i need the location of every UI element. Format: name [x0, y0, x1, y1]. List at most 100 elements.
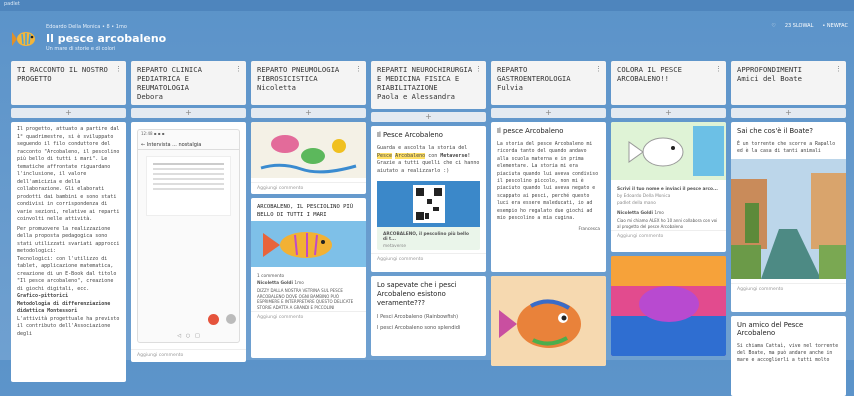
post-text: La storia del pesce Arcobaleno mi ricord… — [497, 142, 599, 222]
post-card[interactable]: Un amico del Pesce Arcobaleno Si chiama … — [731, 316, 846, 396]
back-icon[interactable]: ← — [141, 142, 145, 148]
add-post-button[interactable]: + — [251, 108, 366, 118]
post-text: Tecnologici: con l'utilizzo di tablet, a… — [17, 255, 117, 292]
post-title: ARCOBALENO, IL PESCIOLINO PIÙ BELLO DI T… — [257, 204, 354, 218]
fish-drawing-image — [251, 221, 366, 267]
column-header: REPARTO PNEUMOLOGIA FIBROSICISTICA Nicol… — [251, 61, 366, 105]
post-text: Per promuovere la realizzazione della pr… — [17, 225, 120, 255]
column-header: REPARTO GASTROENTEROLOGIA Fulvia ⋮ — [491, 61, 606, 105]
add-post-button[interactable]: + — [11, 108, 126, 118]
column-author: Debora — [137, 92, 163, 101]
board-header: Edoardo Della Monica • 8 • 1mo Il pesce … — [0, 11, 854, 60]
post-card[interactable] — [611, 256, 726, 356]
post-card[interactable]: Il pesce Arcobaleno La storia del pesce … — [491, 122, 606, 272]
add-comment[interactable]: Aggiungi commento — [611, 230, 726, 242]
top-strip: padlet — [0, 0, 854, 11]
add-post-button[interactable]: + — [611, 108, 726, 118]
post-signature: Francesca — [578, 227, 600, 233]
post-text: L'attività progettuale ha previsto il co… — [17, 315, 120, 337]
column-header: REPARTO CLINICA PEDIATRICA E REUMATOLOGI… — [131, 61, 246, 105]
post-text: Guarda e ascolta la storia del Pesce Arc… — [377, 145, 480, 174]
column-progetto: TI RACCONTO IL NOSTRO PROGETTO ⋮ + Il pr… — [11, 61, 126, 382]
add-post-button[interactable]: + — [131, 108, 246, 118]
column-header: TI RACCONTO IL NOSTRO PROGETTO ⋮ — [11, 61, 126, 105]
link-preview[interactable]: ARCOBALENO, il pescolino più bello di t.… — [377, 181, 480, 250]
commenter: Nicoletta Goldi 1mo — [617, 211, 664, 216]
column-author: Fulvia — [497, 83, 523, 92]
add-comment[interactable]: Aggiungi commento — [251, 182, 366, 194]
document-preview — [146, 156, 231, 216]
comment-text: Ciao mi chiamo ALEX ho 10 anni collabora… — [617, 218, 718, 229]
column-title: REPARTO CLINICA PEDIATRICA E REUMATOLOGI… — [137, 65, 202, 92]
more-icon[interactable]: ⋮ — [715, 65, 722, 74]
post-subtitle: padlet della mano — [617, 201, 656, 206]
more-icon[interactable]: ⋮ — [595, 65, 602, 74]
comment-text: DIZZY DALLA NOSTRA VETRINA SUL PESCE ARC… — [257, 288, 354, 310]
post-card[interactable]: Scrivi il tuo nome e inviaci il pesce ar… — [611, 122, 726, 252]
post-title: Lo sapevate che i pesci Arcobaleno esist… — [377, 281, 457, 307]
post-title: Il Pesce Arcobaleno — [377, 131, 443, 139]
more-icon[interactable]: ⋮ — [235, 65, 242, 74]
post-card[interactable]: Il Pesce Arcobaleno Guarda e ascolta la … — [371, 126, 486, 272]
column-header: COLORA IL PESCE ARCOBALENO!! ⋮ — [611, 61, 726, 105]
column-title: REPARTO PNEUMOLOGIA FIBROSICISTICA — [257, 65, 340, 83]
column-colora: COLORA IL PESCE ARCOBALENO!! ⋮ + Scrivi … — [611, 61, 726, 371]
more-icon[interactable]: ⋮ — [835, 65, 842, 74]
post-text: Grafico-pittorici — [17, 293, 69, 299]
record-button[interactable] — [208, 314, 219, 325]
add-comment[interactable]: Aggiungi commento — [731, 283, 846, 295]
fish-coloring-image — [611, 122, 726, 180]
post-title: Il pesce Arcobaleno — [497, 127, 564, 135]
comments-count: 1 commento — [257, 274, 285, 279]
post-card[interactable] — [491, 276, 606, 366]
more-icon[interactable]: ⋮ — [355, 65, 362, 74]
column-pneumologia: REPARTO PNEUMOLOGIA FIBROSICISTICA Nicol… — [251, 61, 366, 371]
commenter: Nicoletta Goldi 1mo — [257, 281, 304, 286]
post-card[interactable]: 12:48 ▪ ▪ ▪ ← Intervista ... nostalgia ◁… — [131, 122, 246, 362]
heart-icon[interactable]: ♡ — [771, 23, 775, 29]
post-card[interactable]: Il progetto, attuato a partire dal 1° qu… — [11, 122, 126, 382]
share-icon[interactable] — [226, 314, 236, 324]
new-button[interactable]: • NEWFAC — [822, 23, 848, 29]
header-actions: ♡ 23 SLOWAL • NEWFAC — [771, 23, 848, 29]
add-comment[interactable]: Aggiungi commento — [251, 311, 366, 323]
phone-title: Intervista ... nostalgia — [146, 142, 202, 148]
column-author: Paola e Alessandra — [377, 92, 455, 101]
brand-label[interactable]: padlet — [4, 1, 20, 7]
river-photo-image — [731, 159, 846, 279]
more-icon[interactable]: ⋮ — [475, 65, 482, 74]
post-title: Sai che cos'è il Boate? — [737, 127, 813, 135]
post-card[interactable]: Lo sapevate che i pesci Arcobaleno esist… — [371, 276, 486, 356]
post-card[interactable]: ARCOBALENO, IL PESCIOLINO PIÙ BELLO DI T… — [251, 198, 366, 358]
link-subtitle: metaverse — [383, 244, 406, 249]
column-author: Nicoletta — [257, 83, 296, 92]
post-card[interactable]: Aggiungi commento — [251, 122, 366, 194]
share-button[interactable]: 23 SLOWAL — [785, 23, 814, 29]
column-author: Amici del Boate — [737, 74, 802, 83]
rainbow-fish-icon — [12, 32, 35, 46]
colored-fish-image — [611, 256, 726, 356]
column-approfondimenti: APPROFONDIMENTI Amici del Boate ⋮ + Sai … — [731, 61, 846, 396]
post-title: Un amico del Pesce Arcobaleno — [737, 321, 804, 337]
fish-painting-image — [491, 276, 606, 366]
add-post-button[interactable]: + — [731, 108, 846, 118]
post-subtitle: I Pesci Arcobaleno (Rainbowfish) — [377, 314, 459, 320]
post-card[interactable]: Sai che cos'è il Boate? È un torrente ch… — [731, 122, 846, 312]
column-neurochirurgia: REPARTI NEUROCHIRURGIA E MEDICINA FISICA… — [371, 61, 486, 371]
post-text: È un torrente che scorre a Rapallo ed è … — [737, 142, 836, 154]
add-post-button[interactable]: + — [491, 108, 606, 118]
column-title: REPARTO GASTROENTEROLOGIA — [497, 65, 571, 83]
column-gastroenterologia: REPARTO GASTROENTEROLOGIA Fulvia ⋮ + Il … — [491, 61, 606, 371]
column-title: COLORA IL PESCE ARCOBALENO!! — [617, 65, 682, 83]
add-post-button[interactable]: + — [371, 112, 486, 122]
qr-code-image — [377, 181, 480, 227]
board-title: Il pesce arcobaleno — [46, 32, 167, 45]
add-comment[interactable]: Aggiungi commento — [131, 349, 246, 361]
add-comment[interactable]: Aggiungi commento — [371, 253, 486, 265]
more-icon[interactable]: ⋮ — [115, 65, 122, 74]
column-header: APPROFONDIMENTI Amici del Boate ⋮ — [731, 61, 846, 105]
link-title: ARCOBALENO, il pescolino più bello di t.… — [383, 232, 469, 242]
post-title: Scrivi il tuo nome e inviaci il pesce ar… — [617, 187, 718, 192]
board-subtitle: Un mare di storie e di colori — [46, 46, 116, 52]
post-author: by Edoardo Della Monica — [617, 194, 671, 199]
